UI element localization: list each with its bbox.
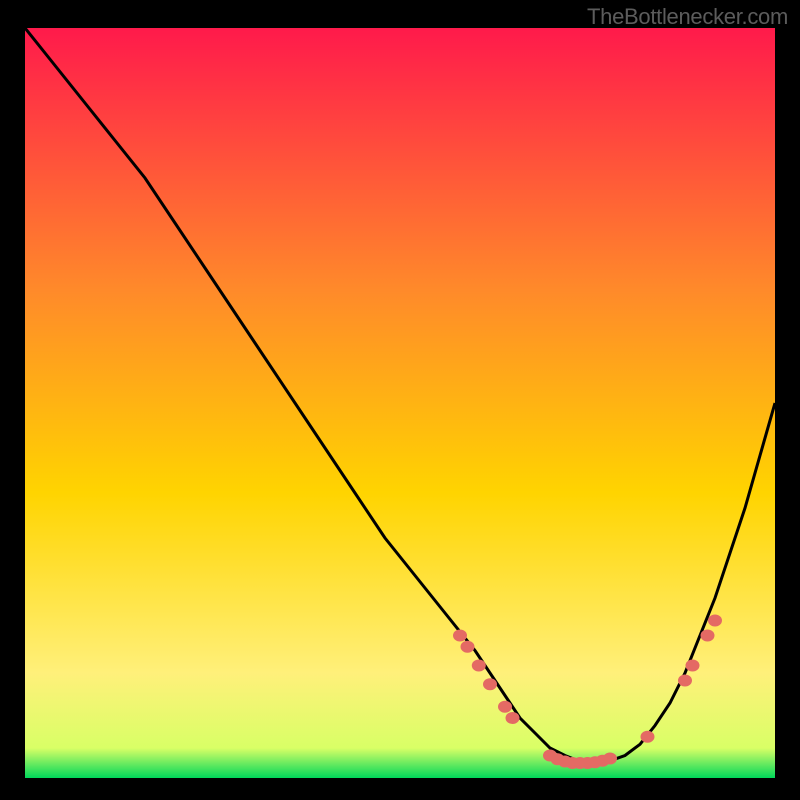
data-marker <box>641 731 655 743</box>
attribution-text: TheBottlenecker.com <box>587 4 788 30</box>
data-marker <box>701 630 715 642</box>
data-marker <box>461 641 475 653</box>
data-marker <box>506 712 520 724</box>
chart-frame <box>25 28 775 778</box>
data-marker <box>483 678 497 690</box>
data-marker <box>686 660 700 672</box>
data-marker <box>678 675 692 687</box>
bottleneck-chart <box>25 28 775 778</box>
data-marker <box>708 615 722 627</box>
gradient-background <box>25 28 775 778</box>
data-marker <box>498 701 512 713</box>
data-marker <box>472 660 486 672</box>
data-marker <box>603 753 617 765</box>
data-marker <box>453 630 467 642</box>
